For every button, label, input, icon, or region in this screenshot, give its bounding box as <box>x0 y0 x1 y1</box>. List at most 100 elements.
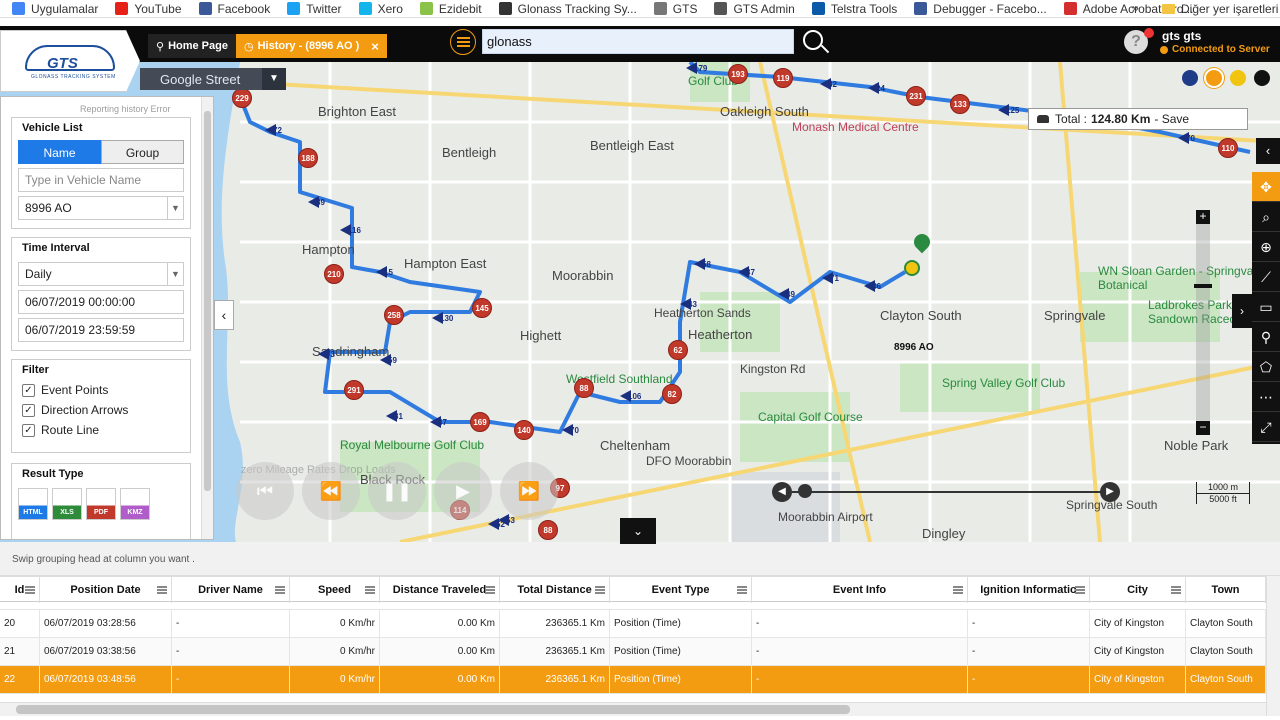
column-menu-icon[interactable] <box>485 586 495 588</box>
column-menu-icon[interactable] <box>275 586 285 588</box>
export-html-button[interactable]: HTML <box>18 488 48 520</box>
bookmarks-overflow-button[interactable]: » <box>1132 1 1139 15</box>
collapse-panel-button[interactable]: ‹ <box>214 300 234 330</box>
event-point-marker[interactable]: 169 <box>470 412 490 432</box>
event-point-marker[interactable]: 119 <box>773 68 793 88</box>
column-header[interactable]: Town <box>1186 577 1266 603</box>
route-tool-button[interactable]: ⋯ <box>1252 382 1280 412</box>
checkbox-checked-icon[interactable]: ✓ <box>22 383 35 397</box>
search-input[interactable] <box>482 29 794 54</box>
checkbox-checked-icon[interactable]: ✓ <box>22 423 35 437</box>
column-header[interactable]: Driver Name <box>172 577 290 603</box>
date-to-input[interactable]: 06/07/2019 23:59:59 <box>18 318 184 342</box>
vehicle-marker-label[interactable]: 8996 AO <box>894 342 934 353</box>
rewind-button[interactable]: ⏪ <box>302 462 360 520</box>
filter-option[interactable]: ✓ Route Line <box>12 420 190 440</box>
event-point-marker[interactable]: 188 <box>298 148 318 168</box>
event-point-marker[interactable]: 229 <box>232 88 252 108</box>
vehicle-name-input[interactable]: Type in Vehicle Name <box>18 168 184 192</box>
column-menu-icon[interactable] <box>595 586 605 588</box>
timeline-knob[interactable] <box>798 484 812 498</box>
column-menu-icon[interactable] <box>953 586 963 588</box>
vehicle-marker-icon[interactable] <box>904 260 920 276</box>
grid-scrollbar-thumb[interactable] <box>16 705 850 714</box>
event-point-marker[interactable]: 62 <box>668 340 688 360</box>
pause-button[interactable]: ❚❚ <box>368 462 426 520</box>
event-point-marker[interactable]: 88 <box>538 520 558 540</box>
column-menu-icon[interactable] <box>737 586 747 588</box>
map-type-select[interactable]: Google Street ▼ <box>140 68 286 90</box>
event-point-marker[interactable]: 258 <box>384 305 404 325</box>
zoom-out-button[interactable]: − <box>1196 421 1210 435</box>
filter-option[interactable]: ✓ Event Points <box>12 380 190 400</box>
hamburger-menu-button[interactable] <box>450 29 476 55</box>
theme-color-swatch[interactable] <box>1182 70 1198 86</box>
column-menu-icon[interactable] <box>1075 586 1085 588</box>
table-row[interactable]: 22 06/07/2019 03:48:56-0 Km/hr 0.00 Km 2363… <box>0 666 1266 694</box>
bookmark-item[interactable]: Telstra Tools <box>811 2 897 16</box>
group-tab-button[interactable]: Group <box>101 140 184 164</box>
column-header[interactable]: Position Date <box>40 577 172 603</box>
table-row[interactable]: 20 06/07/2019 03:28:56-0 Km/hr 0.00 Km 2363… <box>0 610 1266 638</box>
measure-tool-button[interactable]: ⟋ <box>1252 262 1280 292</box>
column-menu-icon[interactable] <box>25 586 35 588</box>
column-header[interactable]: Speed <box>290 577 380 603</box>
bookmark-item[interactable]: Xero <box>358 2 403 16</box>
zoom-slider-handle[interactable] <box>1194 284 1212 288</box>
column-header[interactable]: Ignition Informatio <box>968 577 1090 603</box>
expand-side-button[interactable]: › <box>1232 294 1252 328</box>
gts-logo[interactable]: GTS GLONASS TRACKING SYSTEM <box>0 30 140 92</box>
fast-forward-button[interactable]: ⏩ <box>500 462 558 520</box>
bookmark-item[interactable]: Uygulamalar <box>12 2 98 16</box>
zoom-slider-track[interactable] <box>1196 214 1210 434</box>
total-save-link[interactable]: - Save <box>1154 112 1189 126</box>
bookmark-item[interactable]: Debugger - Facebo... <box>914 2 1047 16</box>
event-point-marker[interactable]: 140 <box>514 420 534 440</box>
theme-color-swatch[interactable] <box>1230 70 1246 86</box>
screen-tool-button[interactable]: ▭ <box>1252 292 1280 322</box>
locate-tool-button[interactable]: ⊕ <box>1252 232 1280 262</box>
event-point-marker[interactable]: 145 <box>472 298 492 318</box>
theme-color-swatch[interactable] <box>1206 70 1222 86</box>
filter-option[interactable]: ✓ Direction Arrows <box>12 400 190 420</box>
export-kmz-button[interactable]: KMZ <box>120 488 150 520</box>
grid-horizontal-scrollbar[interactable] <box>0 702 1266 716</box>
tab-history[interactable]: ◷ History - (8996 AO ) × <box>236 34 387 58</box>
skip-start-button[interactable]: ⏮ <box>236 462 294 520</box>
fullscreen-tool-button[interactable]: ⤢ <box>1252 412 1280 442</box>
close-tab-icon[interactable]: × <box>371 39 379 54</box>
panel-scrollbar-thumb[interactable] <box>204 111 211 491</box>
polygon-tool-button[interactable]: ⬠ <box>1252 352 1280 382</box>
bookmark-item[interactable]: GTS Admin <box>714 2 795 16</box>
bookmark-item[interactable]: Ezidebit <box>419 2 482 16</box>
search-button[interactable] <box>800 27 830 57</box>
zoom-tool-button[interactable]: ⌕ <box>1252 202 1280 232</box>
event-point-marker[interactable]: 82 <box>662 384 682 404</box>
column-header[interactable]: Event Info <box>752 577 968 603</box>
panel-scrollbar[interactable] <box>201 97 213 539</box>
column-menu-icon[interactable] <box>1171 586 1181 588</box>
event-point-marker[interactable]: 88 <box>574 378 594 398</box>
export-xls-button[interactable]: XLS <box>52 488 82 520</box>
interval-select[interactable]: Daily ▼ <box>18 262 184 286</box>
bookmark-item[interactable]: Twitter <box>287 2 342 16</box>
bookmark-item[interactable]: YouTube <box>115 2 182 16</box>
event-point-marker[interactable]: 133 <box>950 94 970 114</box>
total-distance-box[interactable]: Total : 124.80 Km - Save <box>1028 108 1248 130</box>
table-row[interactable]: 21 06/07/2019 03:38:56-0 Km/hr 0.00 Km 2363… <box>0 638 1266 666</box>
toggle-grid-button[interactable]: ⌄ <box>620 518 656 544</box>
other-bookmarks-folder[interactable]: Diğer yer işaretleri <box>1162 2 1278 16</box>
timeline-prev-button[interactable]: ◀ <box>772 482 792 502</box>
event-point-marker[interactable]: 193 <box>728 64 748 84</box>
event-point-marker[interactable]: 210 <box>324 264 344 284</box>
marker-tool-button[interactable]: ⚲ <box>1252 322 1280 352</box>
bookmark-item[interactable]: GTS <box>653 2 697 16</box>
column-header[interactable]: City <box>1090 577 1186 603</box>
theme-color-swatch[interactable] <box>1254 70 1270 86</box>
bookmark-item[interactable]: Glonass Tracking Sy... <box>498 2 637 16</box>
zoom-in-button[interactable]: + <box>1196 210 1210 224</box>
name-tab-button[interactable]: Name <box>18 140 101 164</box>
vehicle-select[interactable]: 8996 AO ▼ <box>18 196 184 220</box>
collapse-right-button[interactable]: ‹ <box>1256 138 1280 164</box>
pan-tool-button[interactable]: ✥ <box>1252 172 1280 202</box>
